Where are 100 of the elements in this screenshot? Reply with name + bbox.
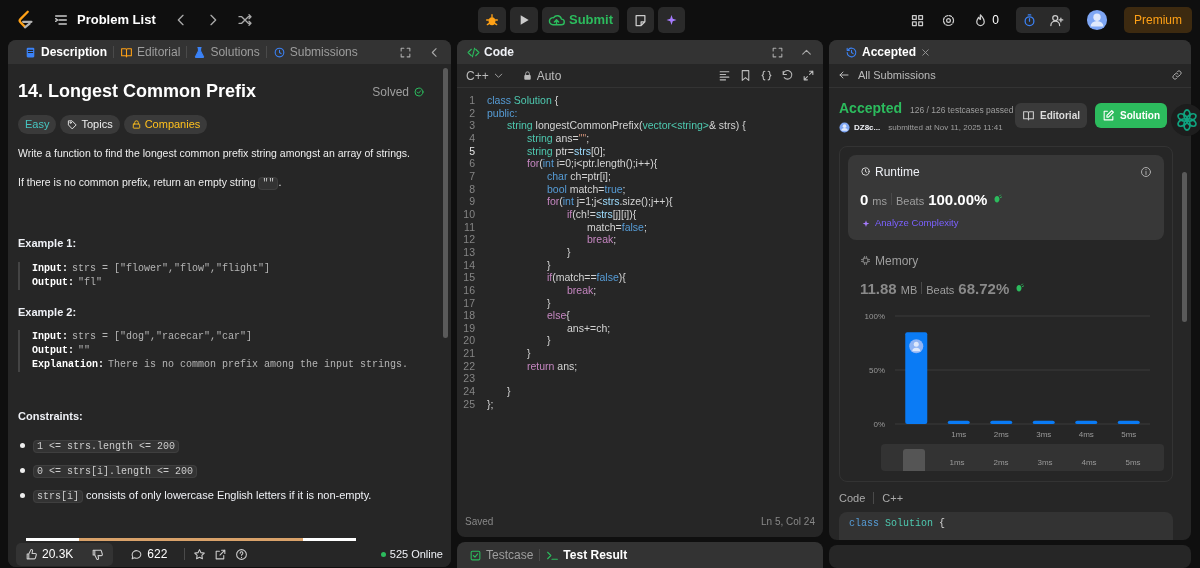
settings-icon[interactable] <box>941 12 957 28</box>
shuffle-icon[interactable] <box>236 12 253 28</box>
code-line: bool match=true; <box>546 182 626 196</box>
example-label: Output: <box>32 276 74 288</box>
format-icon[interactable] <box>718 69 731 82</box>
editorial-button[interactable]: Editorial <box>1015 103 1087 129</box>
example-label: Explanation: <box>32 359 104 371</box>
bar[interactable] <box>947 420 970 425</box>
range-handle[interactable] <box>903 449 925 472</box>
code-line: string ans=""; <box>526 131 590 145</box>
axis-label: 50% <box>869 366 885 376</box>
bar[interactable] <box>1075 420 1098 425</box>
line-number: 15 <box>462 271 476 284</box>
language-dropdown[interactable]: C++ <box>465 65 505 86</box>
lock-icon <box>521 70 533 81</box>
code-line: if(match==false){ <box>546 271 626 284</box>
thumbs-up-icon <box>25 547 38 561</box>
streak-button[interactable]: 0 <box>972 10 1000 30</box>
code-line: break; <box>566 283 597 297</box>
panel-tab[interactable]: Test Result <box>540 546 634 564</box>
ai-button[interactable] <box>658 7 686 33</box>
result-status: Accepted <box>839 98 903 118</box>
back-link[interactable]: All Submissions <box>837 66 937 85</box>
line-number: 18 <box>462 309 476 322</box>
panel-title: Code <box>484 44 514 61</box>
example-value: "fl" <box>78 276 103 288</box>
language-label: C++ <box>882 491 904 507</box>
link-icon[interactable] <box>1171 69 1183 82</box>
bar[interactable] <box>990 420 1013 425</box>
problem-list-button[interactable]: Problem List <box>52 9 157 31</box>
line-number: 1 <box>468 94 476 107</box>
bar[interactable] <box>905 332 928 425</box>
description-text: If there is no common prefix, return an empty string <box>18 176 257 189</box>
invite-button[interactable] <box>1043 7 1070 33</box>
mode-button[interactable]: Auto <box>520 65 563 86</box>
run-button[interactable] <box>510 7 538 33</box>
debug-button[interactable] <box>478 7 506 33</box>
expand-icon[interactable] <box>802 69 815 82</box>
panel-tab[interactable]: Description <box>18 43 113 61</box>
flask-icon <box>193 45 207 59</box>
tag-button[interactable]: Companies <box>123 115 208 134</box>
avatar-icon[interactable] <box>1086 9 1108 31</box>
metric-card[interactable]: Runtime 0 ms Beats 100.00% Analyze Complexity <box>848 154 1164 240</box>
document-icon <box>24 45 37 59</box>
panel-tab[interactable]: Testcase <box>463 546 540 564</box>
help-icon[interactable] <box>235 547 249 561</box>
timer-button[interactable] <box>1016 7 1043 33</box>
panel-tab[interactable]: Submissions <box>266 43 364 61</box>
metric-card[interactable]: Memory 11.88 MB Beats 68.72% <box>848 243 1164 309</box>
axis-label: 0% <box>873 420 885 430</box>
beats-label: Beats <box>926 282 955 298</box>
axis-label: 2ms <box>992 457 1010 470</box>
bar[interactable] <box>1117 420 1140 425</box>
premium-button[interactable]: Premium <box>1124 7 1192 33</box>
axis-label: 4ms <box>1078 430 1094 440</box>
line-number: 20 <box>462 334 476 348</box>
close-icon <box>920 46 932 58</box>
fullscreen-icon[interactable] <box>399 45 412 59</box>
axis-label: 3ms <box>1036 457 1054 470</box>
lock-icon <box>130 118 142 130</box>
info-icon[interactable] <box>1140 165 1152 178</box>
submit-button[interactable]: Submit <box>542 7 620 33</box>
comments-button[interactable]: 622 <box>121 544 177 564</box>
panel-tab[interactable]: Solutions <box>187 43 266 61</box>
line-number: 22 <box>462 359 476 373</box>
panel-tab[interactable]: Editorial <box>114 43 187 61</box>
line-number: 11 <box>463 220 476 234</box>
axis-label: 5ms <box>1121 430 1137 440</box>
example-value: "" <box>78 345 91 357</box>
tag-button[interactable]: Topics <box>60 115 120 134</box>
bar[interactable] <box>1032 420 1055 425</box>
range-navigator[interactable]: 1ms 2ms 3ms 4ms 5ms <box>881 444 1164 472</box>
difficulty-tag[interactable]: Easy <box>18 115 57 134</box>
timer-icon <box>1022 12 1037 28</box>
book-icon <box>1022 109 1035 123</box>
line-number: 10 <box>462 207 476 221</box>
example-value: strs = ["dog","racecar","car"] <box>72 331 253 343</box>
code-line: } <box>546 334 551 348</box>
layout-icon[interactable] <box>910 12 926 28</box>
code-line: } <box>566 245 571 259</box>
assistant-button[interactable] <box>1171 104 1200 136</box>
note-button[interactable] <box>627 7 655 33</box>
code-line: for(int i=0;i<ptr.length();i++){ <box>526 157 658 170</box>
reset-icon[interactable] <box>781 69 794 82</box>
bookmark-icon[interactable] <box>739 69 752 82</box>
clock-icon <box>860 166 871 178</box>
code-line: match=false; <box>586 220 647 234</box>
code-line: public: <box>487 106 518 120</box>
code-line: }; <box>487 397 494 411</box>
star-icon[interactable] <box>193 547 207 561</box>
axis-label: 1ms <box>951 430 967 440</box>
bullet-icon <box>20 442 25 448</box>
beats-label: Beats <box>896 193 925 209</box>
person-plus-icon <box>1049 12 1064 28</box>
share-icon[interactable] <box>214 547 228 561</box>
fullscreen-icon[interactable] <box>771 45 784 59</box>
line-number: 13 <box>462 245 476 259</box>
pen-icon <box>1102 109 1115 123</box>
braces-icon[interactable] <box>760 69 773 82</box>
submission-time: submitted at Nov 11, 2025 11:41 <box>888 121 1003 134</box>
